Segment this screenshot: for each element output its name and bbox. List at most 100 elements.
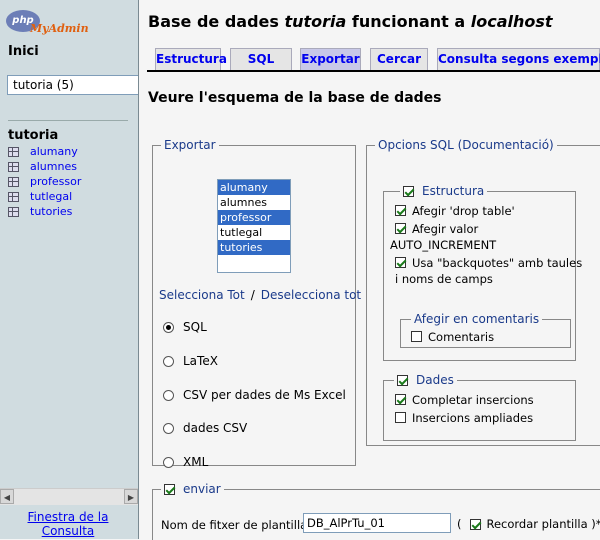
- table-option[interactable]: alumnes: [218, 195, 290, 210]
- paren-open: (: [457, 517, 462, 531]
- table-multiselect[interactable]: alumany alumnes professor tutlegal tutor…: [217, 179, 291, 273]
- divider: [8, 120, 128, 121]
- section-title: Veure l'esquema de la base de dades: [148, 90, 442, 106]
- tab-sql[interactable]: SQL: [230, 48, 292, 70]
- table-icon[interactable]: [8, 192, 19, 202]
- select-all-link[interactable]: Selecciona Tot: [159, 288, 245, 302]
- send-checkbox[interactable]: [164, 484, 175, 495]
- data-checkbox[interactable]: [397, 375, 408, 386]
- title-host: localhost: [471, 12, 553, 31]
- remember-template-option[interactable]: (Recordar plantilla )*: [457, 517, 600, 531]
- table-link[interactable]: alumany: [30, 145, 78, 158]
- table-link[interactable]: alumnes: [30, 160, 77, 173]
- sql-options-legend[interactable]: Opcions SQL (Documentació): [375, 138, 557, 152]
- export-fieldset: Exportar alumany alumnes professor tutle…: [152, 138, 356, 466]
- extended-inserts-option[interactable]: Insercions ampliades: [395, 411, 533, 425]
- checkbox-icon[interactable]: [411, 331, 422, 342]
- format-label: XML: [183, 455, 208, 469]
- format-label: dades CSV: [183, 421, 247, 435]
- checkbox-icon[interactable]: [395, 223, 406, 234]
- auto-increment-option[interactable]: Afegir valor: [395, 222, 478, 236]
- table-link[interactable]: tutories: [30, 205, 72, 218]
- complete-inserts-option[interactable]: Completar insercions: [395, 393, 534, 407]
- export-legend: Exportar: [161, 138, 219, 152]
- data-legend: Dades: [394, 373, 457, 387]
- table-icon[interactable]: [8, 162, 19, 172]
- format-latex-radio[interactable]: LaTeX: [163, 354, 218, 368]
- format-csv-excel-radio[interactable]: CSV per dades de Ms Excel: [163, 388, 346, 402]
- home-link[interactable]: Inici: [8, 44, 39, 59]
- table-link[interactable]: professor: [30, 175, 81, 188]
- phpmyadmin-logo[interactable]: php MyAdmin: [6, 8, 90, 38]
- radio-icon[interactable]: [163, 423, 174, 434]
- format-label: LaTeX: [183, 354, 218, 368]
- page-title: Base de dades tutoria funcionant a local…: [148, 12, 553, 31]
- radio-icon[interactable]: [163, 457, 174, 468]
- checkbox-icon[interactable]: [395, 394, 406, 405]
- template-label: Nom de fitxer de plantilla :: [161, 518, 315, 532]
- separator: /: [251, 288, 255, 302]
- title-prefix: Base de dades: [148, 12, 284, 31]
- radio-icon[interactable]: [163, 322, 174, 333]
- tab-search[interactable]: Cercar: [370, 48, 428, 70]
- scroll-right-icon[interactable]: ▶: [124, 489, 138, 504]
- table-link[interactable]: tutlegal: [30, 190, 72, 203]
- tab-query-by-example[interactable]: Consulta segons exemple: [437, 48, 600, 70]
- option-label: Comentaris: [428, 330, 494, 344]
- deselect-all-link[interactable]: Deselecciona tot: [261, 288, 361, 302]
- checkbox-icon[interactable]: [395, 257, 406, 268]
- comments-fieldset: Afegir en comentaris Comentaris: [400, 312, 571, 348]
- table-icon[interactable]: [8, 207, 19, 217]
- format-xml-radio[interactable]: XML: [163, 455, 208, 469]
- checkbox-icon[interactable]: [395, 205, 406, 216]
- table-item[interactable]: alumany: [8, 144, 81, 159]
- option-label: Insercions ampliades: [412, 411, 533, 425]
- format-csv-radio[interactable]: dades CSV: [163, 421, 247, 435]
- structure-checkbox[interactable]: [403, 186, 414, 197]
- database-title[interactable]: tutoria: [8, 128, 58, 143]
- table-item[interactable]: tutlegal: [8, 189, 81, 204]
- database-select[interactable]: tutoria (5): [7, 75, 138, 95]
- format-sql-radio[interactable]: SQL: [163, 320, 207, 334]
- structure-fieldset: Estructura Afegir 'drop table' Afegir va…: [383, 184, 576, 361]
- checkbox-icon[interactable]: [395, 412, 406, 423]
- table-option[interactable]: alumany: [218, 180, 290, 195]
- scroll-left-icon[interactable]: ◀: [0, 489, 14, 504]
- table-item[interactable]: alumnes: [8, 159, 81, 174]
- option-label-cont: AUTO_INCREMENT: [390, 238, 496, 252]
- format-label: SQL: [183, 320, 207, 334]
- radio-icon[interactable]: [163, 390, 174, 401]
- checkbox-icon[interactable]: [470, 519, 481, 530]
- tab-structure[interactable]: Estructura: [155, 48, 221, 70]
- table-option[interactable]: professor: [218, 210, 290, 225]
- option-label: Completar insercions: [412, 393, 534, 407]
- option-label: Afegir 'drop table': [412, 204, 515, 218]
- radio-icon[interactable]: [163, 356, 174, 367]
- drop-table-option[interactable]: Afegir 'drop table': [395, 204, 515, 218]
- tab-export[interactable]: Exportar: [300, 48, 361, 70]
- data-fieldset: Dades Completar insercions Insercions am…: [383, 373, 576, 441]
- table-list: alumany alumnes professor tutlegal tutor…: [8, 144, 81, 219]
- table-icon[interactable]: [8, 177, 19, 187]
- structure-legend: Estructura: [400, 184, 487, 198]
- table-option[interactable]: tutories: [218, 240, 290, 255]
- comments-option[interactable]: Comentaris: [411, 330, 494, 344]
- logo-name: MyAdmin: [30, 22, 89, 35]
- left-frame: php MyAdmin Inici tutoria (5) tutoria al…: [0, 0, 139, 539]
- table-item[interactable]: tutories: [8, 204, 81, 219]
- main-frame: Base de dades tutoria funcionant a local…: [139, 0, 600, 539]
- table-item[interactable]: professor: [8, 174, 81, 189]
- structure-label: Estructura: [422, 184, 484, 198]
- tab-underline: [147, 70, 600, 72]
- template-name-input[interactable]: DB_AlPrTu_01: [303, 513, 451, 533]
- backquotes-option[interactable]: Usa "backquotes" amb taules: [395, 256, 582, 270]
- table-option[interactable]: tutlegal: [218, 225, 290, 240]
- comments-legend: Afegir en comentaris: [411, 312, 542, 326]
- title-db: tutoria: [284, 12, 346, 31]
- option-label-cont: i noms de camps: [395, 272, 493, 286]
- send-fieldset: enviar Nom de fitxer de plantilla : DB_A…: [152, 482, 600, 540]
- query-window-link[interactable]: Finestra de la Consulta: [18, 510, 118, 538]
- option-label: Afegir valor: [412, 222, 478, 236]
- table-icon[interactable]: [8, 147, 19, 157]
- horizontal-scrollbar[interactable]: ◀ ▶: [0, 488, 138, 505]
